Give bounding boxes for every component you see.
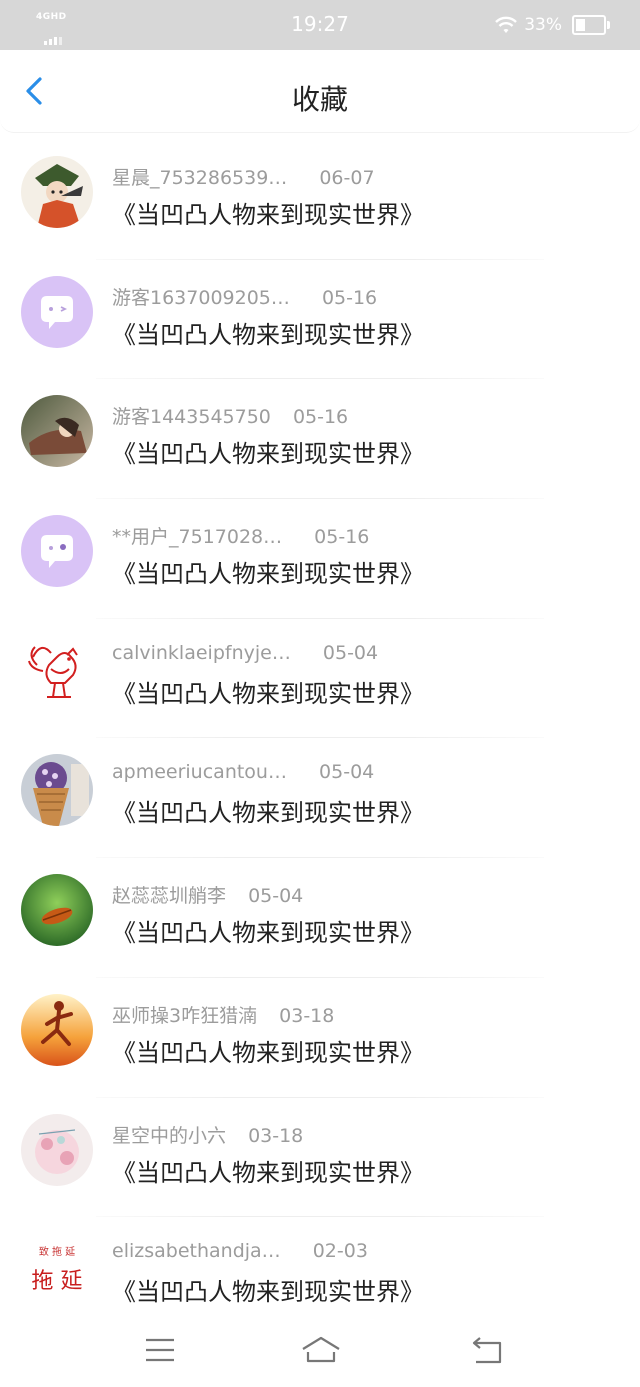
system-navigation-bar bbox=[0, 1320, 640, 1387]
favorite-title[interactable]: 《当凹凸人物来到现实世界》 bbox=[112, 1153, 424, 1188]
list-item[interactable]: 致 拖 延 拖 延 elizsabethandja… 02-03 《当凹凸人物来… bbox=[0, 1217, 640, 1337]
favorite-title[interactable]: 《当凹凸人物来到现实世界》 bbox=[112, 195, 424, 230]
favorite-title[interactable]: 《当凹凸人物来到现实世界》 bbox=[112, 674, 424, 709]
avatar[interactable] bbox=[21, 275, 93, 348]
list-item[interactable]: 赵蕊蕊圳艄李 05-04 《当凹凸人物来到现实世界》 bbox=[0, 858, 640, 978]
avatar-caption: 拖 延 bbox=[31, 1269, 83, 1295]
username: **用户_7517028… bbox=[112, 526, 283, 549]
avatar[interactable] bbox=[21, 634, 93, 707]
avatar[interactable] bbox=[21, 515, 93, 588]
avatar[interactable] bbox=[21, 874, 93, 947]
username: 游客1443545750 bbox=[112, 406, 271, 429]
avatar[interactable] bbox=[21, 156, 93, 228]
status-bar: 4GHD 19:27 33% bbox=[0, 0, 640, 50]
favorite-date: 03-18 bbox=[248, 1124, 304, 1147]
favorite-date: 05-16 bbox=[321, 286, 378, 309]
list-item[interactable]: 巫师操3咋狂猎湳 03-18 《当凹凸人物来到现实世界》 bbox=[0, 978, 640, 1098]
avatar[interactable] bbox=[21, 754, 93, 827]
list-item[interactable]: 星晨_753286539… 06-07 《当凹凸人物来到现实世界》 bbox=[0, 140, 640, 260]
favorite-title[interactable]: 《当凹凸人物来到现实世界》 bbox=[112, 793, 424, 828]
favorites-list: 星晨_753286539… 06-07 《当凹凸人物来到现实世界》 游客1637… bbox=[0, 140, 640, 1337]
favorite-title[interactable]: 《当凹凸人物来到现实世界》 bbox=[112, 434, 424, 469]
header-bar: 收藏 bbox=[0, 50, 640, 133]
username: 星空中的小六 bbox=[112, 1124, 227, 1147]
list-item[interactable]: **用户_7517028… 05-16 《当凹凸人物来到现实世界》 bbox=[0, 499, 640, 619]
favorite-date: 05-04 bbox=[322, 641, 379, 664]
list-item[interactable]: apmeeriucantou… 05-04 《当凹凸人物来到现实世界》 bbox=[0, 738, 640, 859]
wifi-icon bbox=[495, 16, 518, 33]
favorite-date: 06-07 bbox=[319, 167, 375, 189]
menu-icon[interactable] bbox=[142, 1334, 178, 1366]
username: 赵蕊蕊圳艄李 bbox=[112, 885, 227, 908]
username: 游客1637009205… bbox=[112, 286, 290, 309]
username: calvinklaeipfnyje… bbox=[112, 641, 291, 664]
avatar[interactable]: 致 拖 延 拖 延 bbox=[21, 1233, 93, 1306]
username: 巫师操3咋狂猎湳 bbox=[112, 1004, 258, 1027]
avatar[interactable] bbox=[21, 1113, 93, 1186]
username: 星晨_753286539… bbox=[112, 167, 288, 189]
list-item[interactable]: 游客1637009205… 05-16 《当凹凸人物来到现实世界》 bbox=[0, 260, 640, 380]
battery-icon bbox=[572, 15, 610, 35]
favorite-date: 05-04 bbox=[248, 885, 304, 908]
username: elizsabethandja… bbox=[112, 1240, 281, 1263]
battery-percentage: 33% bbox=[524, 15, 562, 35]
favorite-title[interactable]: 《当凹凸人物来到现实世界》 bbox=[112, 913, 424, 948]
favorite-title[interactable]: 《当凹凸人物来到现实世界》 bbox=[112, 554, 424, 589]
favorite-date: 02-03 bbox=[312, 1240, 368, 1263]
avatar-caption: 致 拖 延 bbox=[38, 1247, 76, 1259]
favorite-title[interactable]: 《当凹凸人物来到现实世界》 bbox=[112, 1033, 424, 1068]
return-icon[interactable] bbox=[470, 1334, 506, 1366]
list-item[interactable]: 游客1443545750 05-16 《当凹凸人物来到现实世界》 bbox=[0, 379, 640, 500]
list-item[interactable]: calvinklaeipfnyje… 05-04 《当凹凸人物来到现实世界》 bbox=[0, 619, 640, 739]
favorite-date: 05-16 bbox=[314, 526, 370, 549]
favorite-date: 05-16 bbox=[292, 406, 349, 429]
favorite-title[interactable]: 《当凹凸人物来到现实世界》 bbox=[112, 1272, 424, 1307]
favorite-date: 05-04 bbox=[319, 761, 375, 784]
username: apmeeriucantou… bbox=[112, 761, 287, 784]
avatar[interactable] bbox=[21, 395, 93, 468]
page-title: 收藏 bbox=[291, 83, 348, 116]
list-item[interactable]: 星空中的小六 03-18 《当凹凸人物来到现实世界》 bbox=[0, 1098, 640, 1218]
home-icon[interactable] bbox=[300, 1334, 342, 1366]
favorite-date: 03-18 bbox=[279, 1004, 335, 1027]
avatar[interactable] bbox=[21, 993, 93, 1066]
favorite-title[interactable]: 《当凹凸人物来到现实世界》 bbox=[112, 315, 424, 350]
